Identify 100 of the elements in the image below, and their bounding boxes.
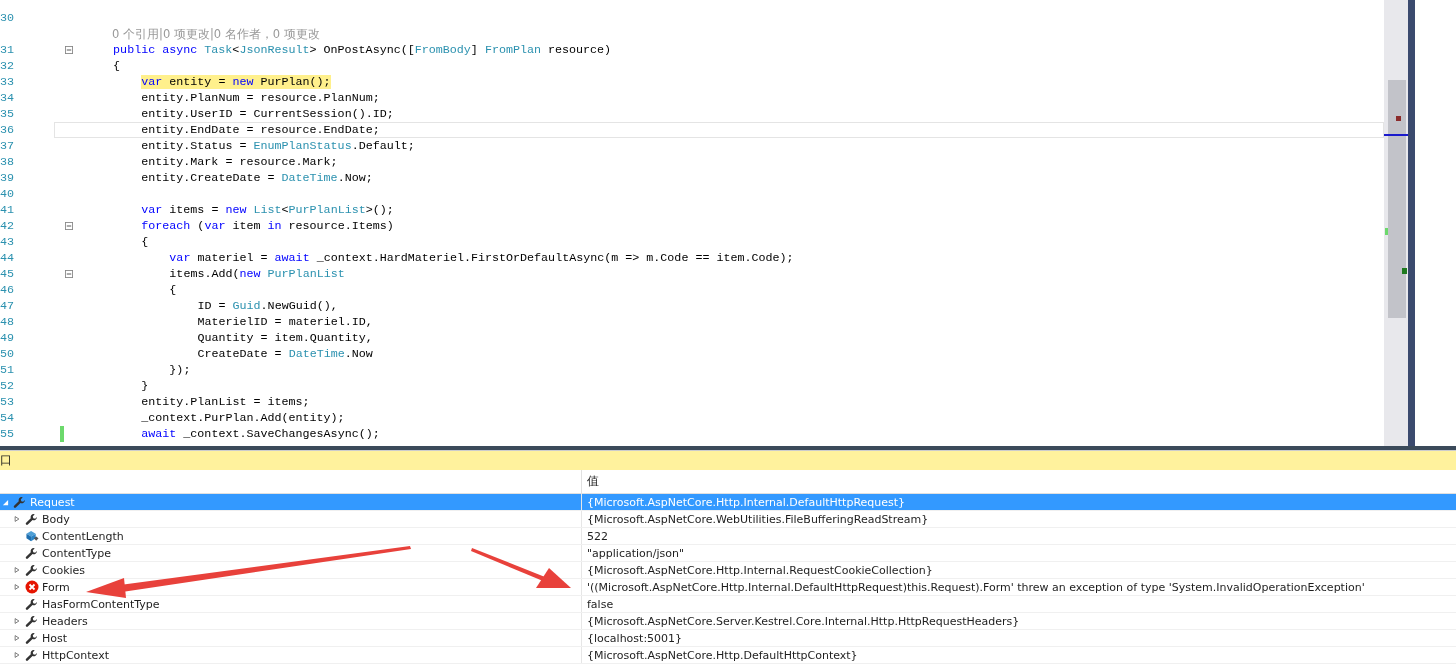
- field-icon: [25, 529, 39, 543]
- code-line: MaterielID = materiel.ID,: [197, 315, 373, 329]
- variable-name: Request: [30, 494, 75, 511]
- variable-value: {Microsoft.AspNetCore.Http.DefaultHttpContext}: [587, 649, 858, 662]
- variable-name: Cookies: [42, 562, 86, 579]
- line-number: 49: [0, 330, 16, 346]
- wrench-icon: [25, 631, 38, 645]
- variable-value: {Microsoft.AspNetCore.Http.Internal.DefaultHttpRequest}: [587, 496, 906, 509]
- variable-name: ContentType: [42, 545, 111, 562]
- code-line: var materiel = await _context.HardMateriel.FirstOrDefaultAsync(m => m.Code == item.Code);: [169, 251, 794, 265]
- code-line: entity.UserID = CurrentSession().ID;: [141, 107, 394, 121]
- line-number: 51: [0, 362, 16, 378]
- code-line: {: [141, 235, 149, 249]
- code-line: entity.CreateDate = DateTime.Now;: [141, 171, 373, 185]
- variable-name: HttpContext: [42, 647, 109, 664]
- error-icon: [25, 580, 39, 594]
- line-number: 36: [0, 122, 16, 138]
- variable-value: false: [587, 598, 614, 611]
- line-number: 41: [0, 202, 16, 218]
- watch-row[interactable]: HasFormContentType false: [0, 596, 1456, 613]
- variable-name: Form: [42, 579, 70, 596]
- code-line: });: [169, 363, 191, 377]
- collapse-arrow-icon[interactable]: [1, 498, 9, 506]
- line-number: 39: [0, 170, 16, 186]
- variable-value: {Microsoft.AspNetCore.Server.Kestrel.Core.Internal.Http.HttpRequestHeaders}: [587, 615, 1020, 628]
- line-number: 33: [0, 74, 16, 90]
- line-number: 40: [0, 186, 16, 202]
- line-number: 45: [0, 266, 16, 282]
- line-number: 53: [0, 394, 16, 410]
- code-line: _context.PurPlan.Add(entity);: [141, 411, 345, 425]
- code-line: foreach (var item in resource.Items): [141, 219, 394, 233]
- watch-row[interactable]: Headers {Microsoft.AspNetCore.Server.Kestrel.Core.Internal.Http.HttpRequestHeaders}: [0, 613, 1456, 630]
- watch-row[interactable]: HttpContext {Microsoft.AspNetCore.Http.DefaultHttpContext}: [0, 647, 1456, 664]
- watch-row[interactable]: Body {Microsoft.AspNetCore.WebUtilities.FileBufferingReadStream}: [0, 511, 1456, 528]
- line-number: 31: [0, 42, 16, 58]
- code-line: Quantity = item.Quantity,: [197, 331, 373, 345]
- variable-name: ContentLength: [42, 528, 124, 545]
- line-number: 42: [0, 218, 16, 234]
- change-marker: [1402, 268, 1407, 274]
- line-number: 55: [0, 426, 16, 442]
- watch-row[interactable]: ContentLength 522: [0, 528, 1456, 545]
- wrench-icon: [25, 648, 38, 662]
- watch-row[interactable]: Host {localhost:5001}: [0, 630, 1456, 647]
- change-marker: [1385, 228, 1388, 235]
- code-line: items.Add(new PurPlanList: [169, 267, 345, 281]
- expand-arrow-icon[interactable]: [14, 634, 20, 642]
- code-line: entity.PlanNum = resource.PlanNum;: [141, 91, 380, 105]
- expand-arrow-icon[interactable]: [14, 617, 20, 625]
- code-line: }: [141, 379, 149, 393]
- line-number: 38: [0, 154, 16, 170]
- code-line: await _context.SaveChangesAsync();: [141, 427, 380, 441]
- code-line: var items = new List<PurPlanList>();: [141, 203, 394, 217]
- caret-marker: [1384, 134, 1408, 136]
- variable-value: '((Microsoft.AspNetCore.Http.Internal.DefaultHttpRequest)this.Request).Form' threw an exception of type 'System.InvalidOperationException': [587, 581, 1365, 594]
- scrollbar[interactable]: [1384, 0, 1408, 446]
- scrollbar-thumb[interactable]: [1388, 80, 1406, 318]
- expand-arrow-icon[interactable]: [14, 566, 20, 574]
- variable-value: "application/json": [587, 547, 684, 560]
- wrench-icon: [25, 563, 38, 577]
- variable-name: HasFormContentType: [42, 596, 160, 613]
- wrench-icon: [25, 614, 38, 628]
- collapse-icon[interactable]: [65, 270, 73, 278]
- code-line: entity.PlanList = items;: [141, 395, 310, 409]
- line-number: 48: [0, 314, 16, 330]
- expand-arrow-icon[interactable]: [14, 583, 20, 591]
- collapse-icon[interactable]: [65, 46, 73, 54]
- variable-value: {localhost:5001}: [587, 632, 683, 645]
- line-number: 54: [0, 410, 16, 426]
- expand-arrow-icon[interactable]: [14, 651, 20, 659]
- collapse-icon[interactable]: [65, 222, 73, 230]
- variable-value: {Microsoft.AspNetCore.WebUtilities.FileBufferingReadStream}: [587, 513, 929, 526]
- column-header[interactable]: 值: [582, 470, 599, 493]
- line-number: 52: [0, 378, 16, 394]
- line-number: 37: [0, 138, 16, 154]
- code-line: CreateDate = DateTime.Now: [197, 347, 373, 361]
- wrench-icon: [25, 512, 38, 526]
- code-line: {: [169, 283, 177, 297]
- variable-value: 522: [587, 530, 608, 543]
- line-number: 43: [0, 234, 16, 250]
- variable-name: Headers: [42, 613, 88, 630]
- breakpoint-marker: [1396, 116, 1401, 121]
- wrench-icon: [13, 495, 26, 509]
- expand-arrow-icon[interactable]: [14, 515, 20, 523]
- line-number: 35: [0, 106, 16, 122]
- variable-name: Host: [42, 630, 68, 647]
- wrench-icon: [25, 546, 38, 560]
- code-line: entity.EndDate = resource.EndDate;: [141, 123, 380, 137]
- line-number: 30: [0, 10, 16, 26]
- panel-title: 口: [0, 453, 12, 467]
- line-number: 46: [0, 282, 16, 298]
- code-line: {: [113, 59, 121, 73]
- variable-value: {Microsoft.AspNetCore.Http.Internal.RequestCookieCollection}: [587, 564, 933, 577]
- wrench-icon: [25, 597, 38, 611]
- variable-name: Body: [42, 511, 70, 528]
- code-line: entity.Mark = resource.Mark;: [141, 155, 338, 169]
- code-line: ID = Guid.NewGuid(),: [197, 299, 338, 313]
- code-line: public async Task<JsonResult> OnPostAsync([FromBody] FromPlan resource): [113, 43, 612, 57]
- code-line: entity.Status = EnumPlanStatus.Default;: [141, 139, 415, 153]
- line-number: 32: [0, 58, 16, 74]
- line-number: 50: [0, 346, 16, 362]
